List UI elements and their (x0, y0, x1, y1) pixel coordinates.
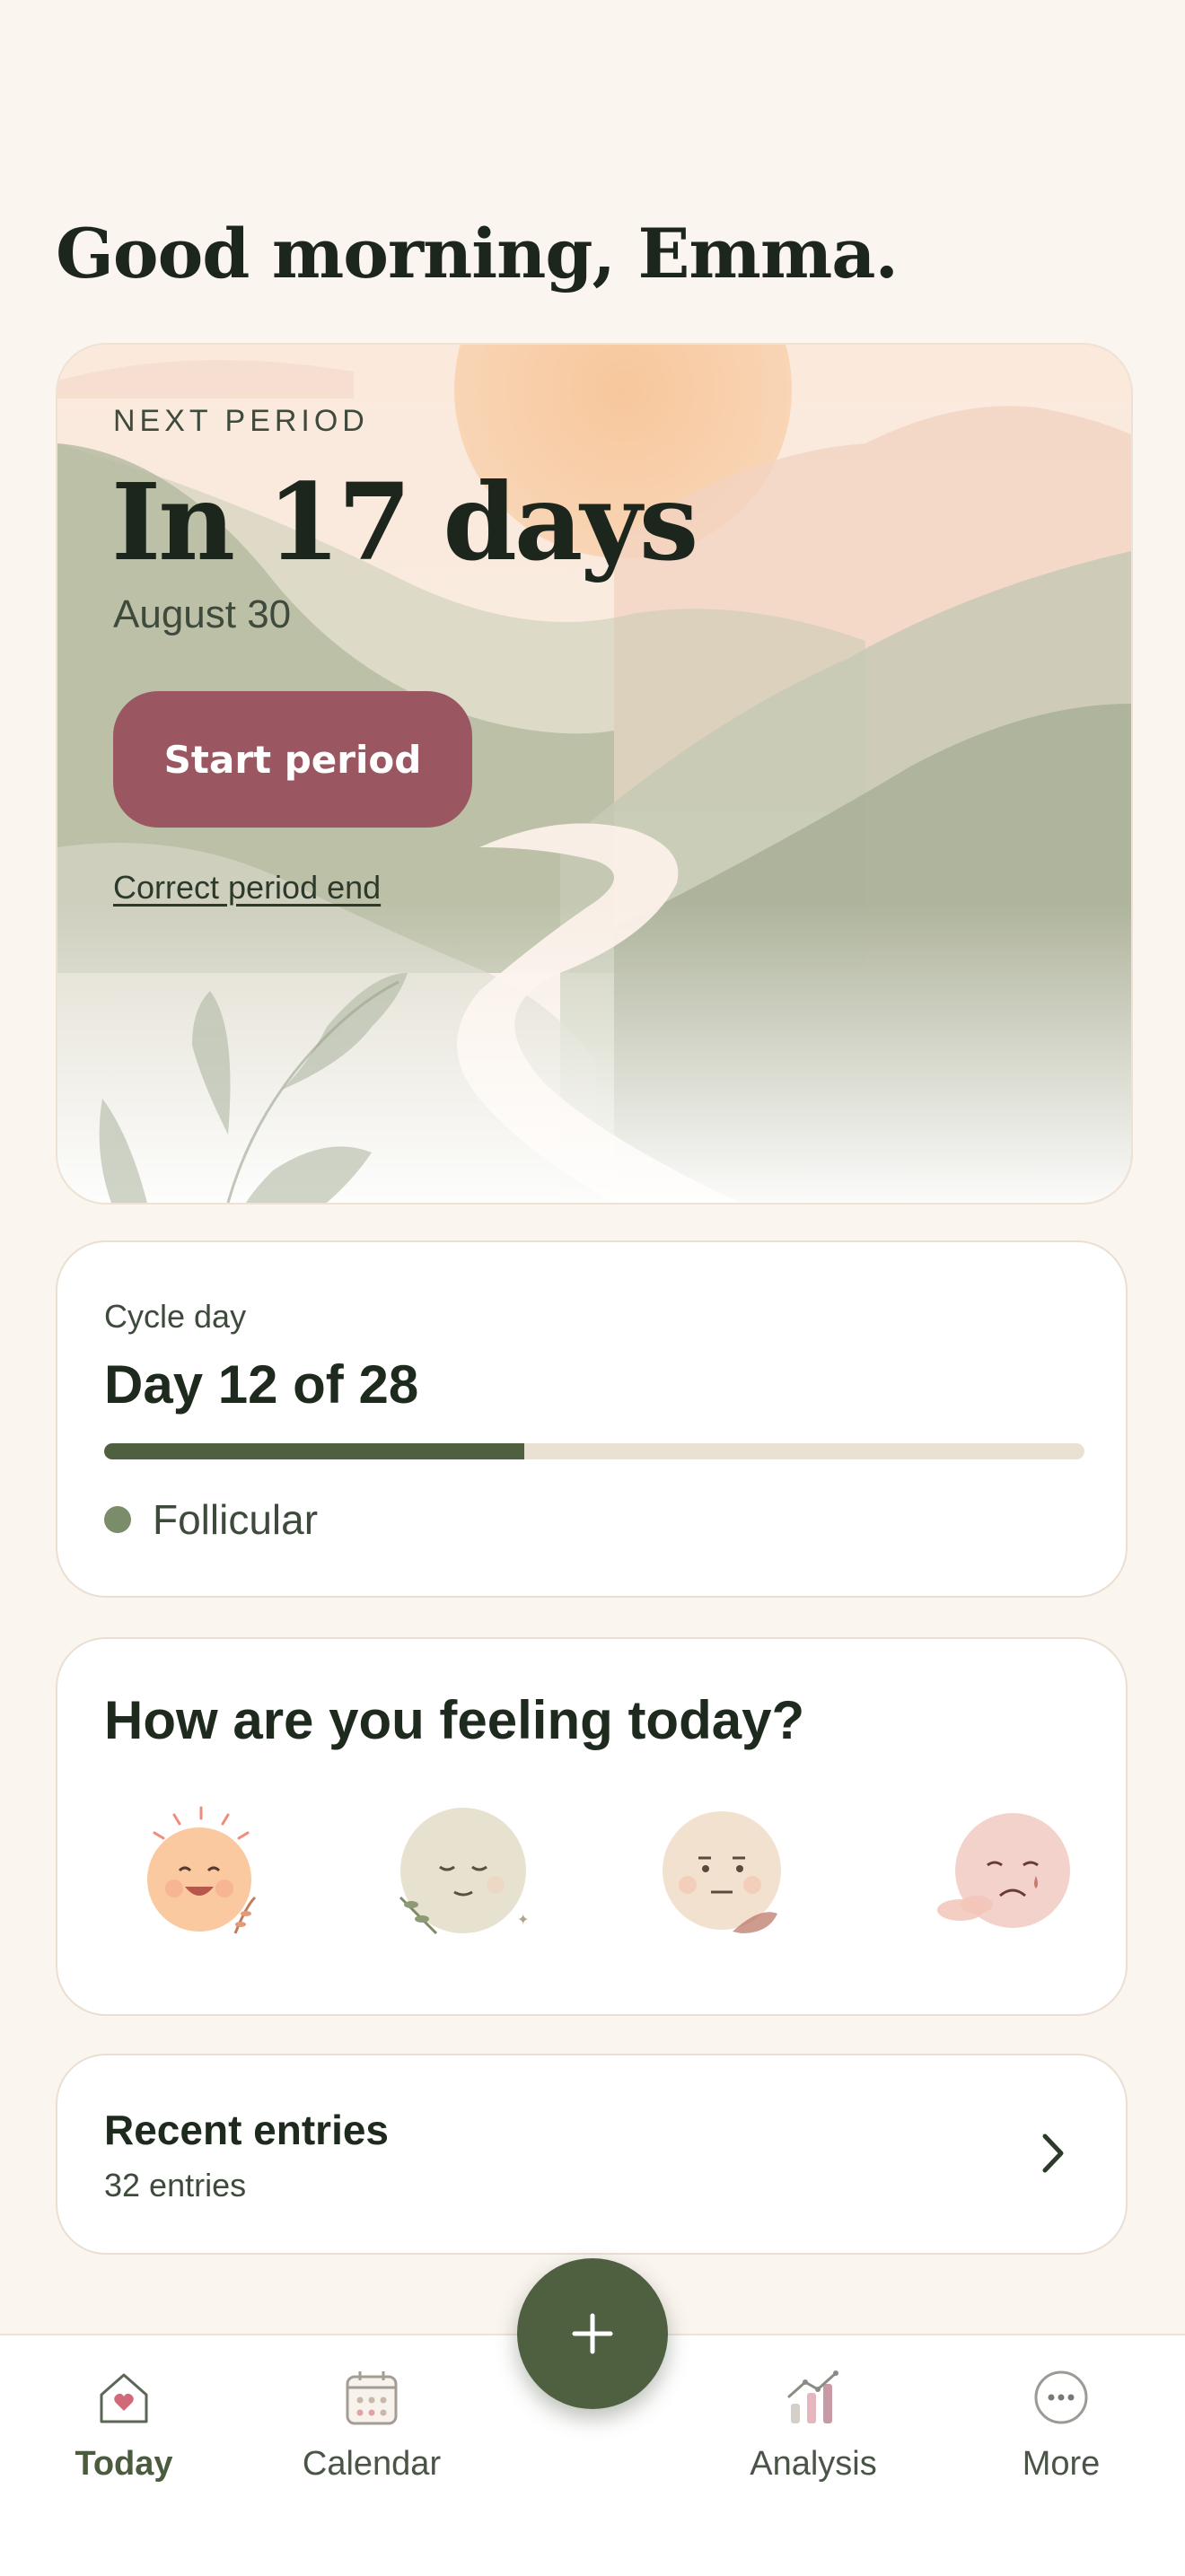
period-date: August 30 (113, 592, 292, 636)
bar-chart-icon (787, 2370, 838, 2423)
recent-entries-card[interactable]: Recent entries 32 entries (56, 2054, 1128, 2255)
calendar-icon (346, 2371, 398, 2425)
neutral-face-icon[interactable] (652, 1799, 795, 1942)
happy-sun-face-icon[interactable] (129, 1799, 273, 1942)
nav-more[interactable]: More (971, 2366, 1151, 2484)
start-period-button[interactable]: Start period (113, 691, 472, 828)
period-countdown: In 17 days (111, 460, 698, 584)
add-entry-button[interactable] (517, 2258, 668, 2409)
greeting-title: Good morning, Emma. (56, 214, 899, 294)
correct-period-end-link[interactable]: Correct period end (113, 869, 381, 907)
nav-analysis-label: Analysis (750, 2445, 877, 2483)
mood-question: How are you feeling today? (104, 1690, 805, 1750)
nav-today-label: Today (75, 2445, 173, 2483)
plus-icon (572, 2313, 613, 2354)
chevron-right-icon (1042, 2134, 1064, 2173)
svg-text:✦: ✦ (517, 1913, 529, 1928)
cycle-day-value: Day 12 of 28 (104, 1354, 419, 1415)
more-dots-icon (1034, 2370, 1088, 2424)
recent-entries-title: Recent entries (104, 2107, 390, 2153)
cycle-progress-fill (104, 1443, 525, 1459)
recent-entries-count: 32 entries (104, 2167, 247, 2204)
mood-card: How are you feeling today? ✦ (56, 1637, 1128, 2016)
next-period-label: NEXT PERIOD (113, 404, 369, 438)
sad-face-icon[interactable] (934, 1799, 1077, 1942)
cycle-day-card: Cycle day Day 12 of 28 Follicular (56, 1240, 1128, 1598)
home-heart-icon (100, 2373, 148, 2423)
nav-calendar[interactable]: Calendar (282, 2366, 461, 2484)
cycle-day-label: Cycle day (104, 1298, 247, 1335)
calm-face-icon[interactable]: ✦ (391, 1799, 535, 1942)
next-period-card: NEXT PERIOD In 17 days August 30 Start p… (56, 343, 1133, 1205)
cycle-progress-bar (104, 1443, 1084, 1459)
nav-more-label: More (1022, 2445, 1101, 2483)
phase-dot-icon (104, 1506, 131, 1533)
nav-today[interactable]: Today (34, 2366, 214, 2484)
cycle-phase: Follicular (153, 1496, 319, 1543)
nav-calendar-label: Calendar (302, 2445, 442, 2483)
nav-analysis[interactable]: Analysis (724, 2366, 903, 2484)
